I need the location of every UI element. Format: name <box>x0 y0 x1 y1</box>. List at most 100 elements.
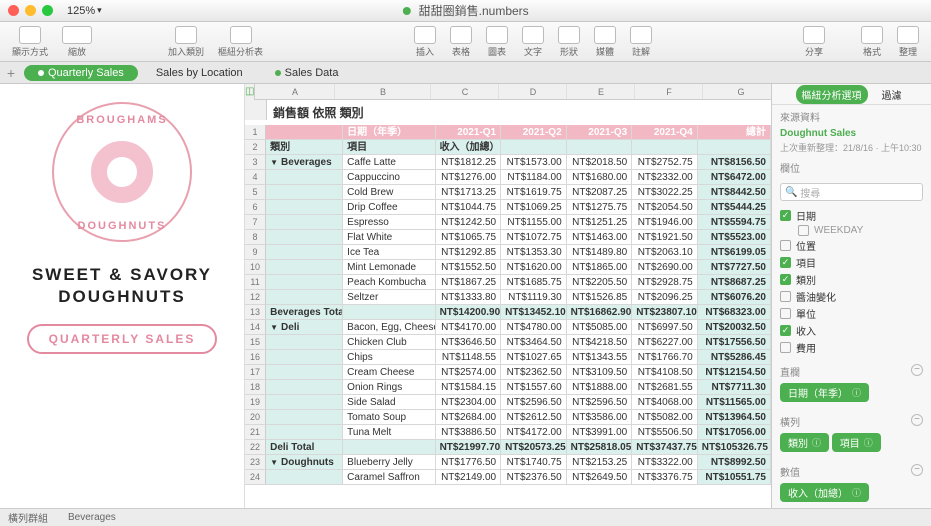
brand-logo: BROUGHAMS DOUGHNUTS <box>52 102 192 242</box>
category-icon <box>175 26 197 44</box>
toolbar: 顯示方式 縮放 加入類別 樞紐分析表 插入 表格 圖表 文字 形狀 媒體 註解 … <box>0 22 931 62</box>
format-icon <box>861 26 883 44</box>
tab-pivot-options[interactable]: 樞紐分析選項 <box>796 85 868 104</box>
info-icon[interactable]: ⓘ <box>812 436 821 449</box>
source-name[interactable]: Doughnut Sales <box>772 128 931 139</box>
field-item[interactable]: ✓日期 <box>776 207 927 224</box>
table-icon <box>450 26 472 44</box>
tagline: SWEET & SAVORY DOUGHNUTS <box>32 264 212 308</box>
insert-icon <box>414 26 436 44</box>
chevron-down-icon[interactable]: ▾ <box>97 5 102 16</box>
sheet-tab-bar: + Quarterly Sales Sales by Location Sale… <box>0 62 931 84</box>
status-dot-icon <box>402 7 410 15</box>
field-list: ✓日期WEEKDAY位置✓項目✓類別醬油變化單位✓收入費用 <box>772 205 931 358</box>
inspector-tabs: 樞紐分析選項 過濾 <box>772 84 931 105</box>
window-controls[interactable] <box>8 5 53 16</box>
tab-sales-data[interactable]: Sales Data <box>261 65 353 81</box>
footer-breadcrumb[interactable]: Beverages <box>68 512 116 523</box>
checkbox-icon[interactable]: ✓ <box>780 274 791 285</box>
field-search[interactable]: 🔍 搜尋 <box>780 183 923 201</box>
tb-view[interactable]: 顯示方式 <box>6 26 54 58</box>
field-item[interactable]: ✓收入 <box>776 322 927 339</box>
columns-heading: 直欄 <box>780 364 800 379</box>
field-item[interactable]: 醬油變化 <box>776 288 927 305</box>
column-headers[interactable]: AB CD EF G <box>255 84 771 100</box>
info-icon[interactable]: ⓘ <box>852 386 861 399</box>
tab-quarterly-sales[interactable]: Quarterly Sales <box>24 65 138 81</box>
shape-icon <box>558 26 580 44</box>
filename-text: 甜甜圈銷售.numbers <box>419 4 529 18</box>
field-item[interactable]: 單位 <box>776 305 927 322</box>
tb-pivot[interactable]: 樞紐分析表 <box>212 26 269 58</box>
tab-filter[interactable]: 過濾 <box>876 85 908 104</box>
pill-value-income[interactable]: 收入（加總）ⓘ <box>780 483 869 502</box>
search-icon: 🔍 <box>785 187 797 198</box>
tb-comment[interactable]: 註解 <box>624 26 658 58</box>
pivot-icon: ◫ <box>245 86 254 97</box>
field-item[interactable]: 位置 <box>776 237 927 254</box>
tb-format[interactable]: 格式 <box>855 26 889 58</box>
tb-table[interactable]: 表格 <box>444 26 478 58</box>
fullscreen-icon[interactable] <box>42 5 53 16</box>
canvas-sidebar: BROUGHAMS DOUGHNUTS SWEET & SAVORY DOUGH… <box>0 84 245 508</box>
logo-text-bottom: DOUGHNUTS <box>78 220 167 232</box>
quarterly-sales-button[interactable]: QUARTERLY SALES <box>27 324 218 354</box>
close-icon[interactable] <box>8 5 19 16</box>
values-heading: 數值 <box>780 464 800 479</box>
pill-row-item[interactable]: 項目ⓘ <box>832 433 881 452</box>
share-icon <box>803 26 825 44</box>
tb-media[interactable]: 媒體 <box>588 26 622 58</box>
add-sheet-button[interactable]: + <box>0 65 22 81</box>
pill-column-date[interactable]: 日期（年季）ⓘ <box>780 383 869 402</box>
checkbox-icon[interactable] <box>798 225 809 236</box>
field-item[interactable]: ✓項目 <box>776 254 927 271</box>
document-title: 甜甜圈銷售.numbers <box>402 2 528 19</box>
checkbox-icon[interactable]: ✓ <box>780 257 791 268</box>
tb-zoom[interactable]: 縮放 <box>56 26 98 58</box>
view-icon <box>19 26 41 44</box>
pivot-grid[interactable]: 1日期（年季）2021-Q12021-Q22021-Q32021-Q4總計2類別… <box>245 125 771 508</box>
tb-insert[interactable]: 插入 <box>408 26 442 58</box>
tb-shape[interactable]: 形狀 <box>552 26 586 58</box>
remove-icon[interactable]: − <box>911 414 923 426</box>
checkbox-icon[interactable] <box>780 240 791 251</box>
zoom-value[interactable]: 125% <box>67 5 95 17</box>
remove-icon[interactable]: − <box>911 364 923 376</box>
tb-share[interactable]: 分享 <box>797 26 831 58</box>
media-icon <box>594 26 616 44</box>
chart-icon <box>486 26 508 44</box>
zoom-icon <box>62 26 92 44</box>
tb-chart[interactable]: 圖表 <box>480 26 514 58</box>
fields-heading: 欄位 <box>772 156 931 179</box>
tab-sales-by-location[interactable]: Sales by Location <box>142 65 257 81</box>
field-item[interactable]: 費用 <box>776 339 927 356</box>
checkbox-icon[interactable] <box>780 308 791 319</box>
field-item[interactable]: ✓類別 <box>776 271 927 288</box>
arrange-icon <box>897 26 919 44</box>
field-item[interactable]: WEEKDAY <box>776 224 927 237</box>
checkbox-icon[interactable]: ✓ <box>780 325 791 336</box>
tb-text[interactable]: 文字 <box>516 26 550 58</box>
pill-row-category[interactable]: 類別ⓘ <box>780 433 829 452</box>
tb-arrange[interactable]: 整理 <box>891 26 925 58</box>
remove-icon[interactable]: − <box>911 464 923 476</box>
info-icon[interactable]: ⓘ <box>852 486 861 499</box>
spreadsheet[interactable]: ◫ AB CD EF G 銷售額 依照 類別 1日期（年季）2021-Q1202… <box>245 84 771 508</box>
pivot-icon <box>230 26 252 44</box>
tb-category[interactable]: 加入類別 <box>162 26 210 58</box>
checkbox-icon[interactable] <box>780 342 791 353</box>
tab-dot-icon <box>38 70 44 76</box>
checkbox-icon[interactable]: ✓ <box>780 210 791 221</box>
footer-label[interactable]: 橫列群組 <box>8 510 48 525</box>
text-icon <box>522 26 544 44</box>
rows-heading: 橫列 <box>780 414 800 429</box>
corner-cell[interactable]: ◫ <box>245 84 255 100</box>
inspector-panel: 樞紐分析選項 過濾 來源資料 Doughnut Sales 上次重新整理：21/… <box>771 84 931 508</box>
checkbox-icon[interactable] <box>780 291 791 302</box>
info-icon[interactable]: ⓘ <box>864 436 873 449</box>
logo-text-top: BROUGHAMS <box>76 114 167 126</box>
source-heading: 來源資料 <box>772 105 931 128</box>
donut-icon <box>91 141 153 203</box>
source-updated: 上次重新整理：21/8/16 · 上午10:30 <box>772 139 931 156</box>
minimize-icon[interactable] <box>25 5 36 16</box>
